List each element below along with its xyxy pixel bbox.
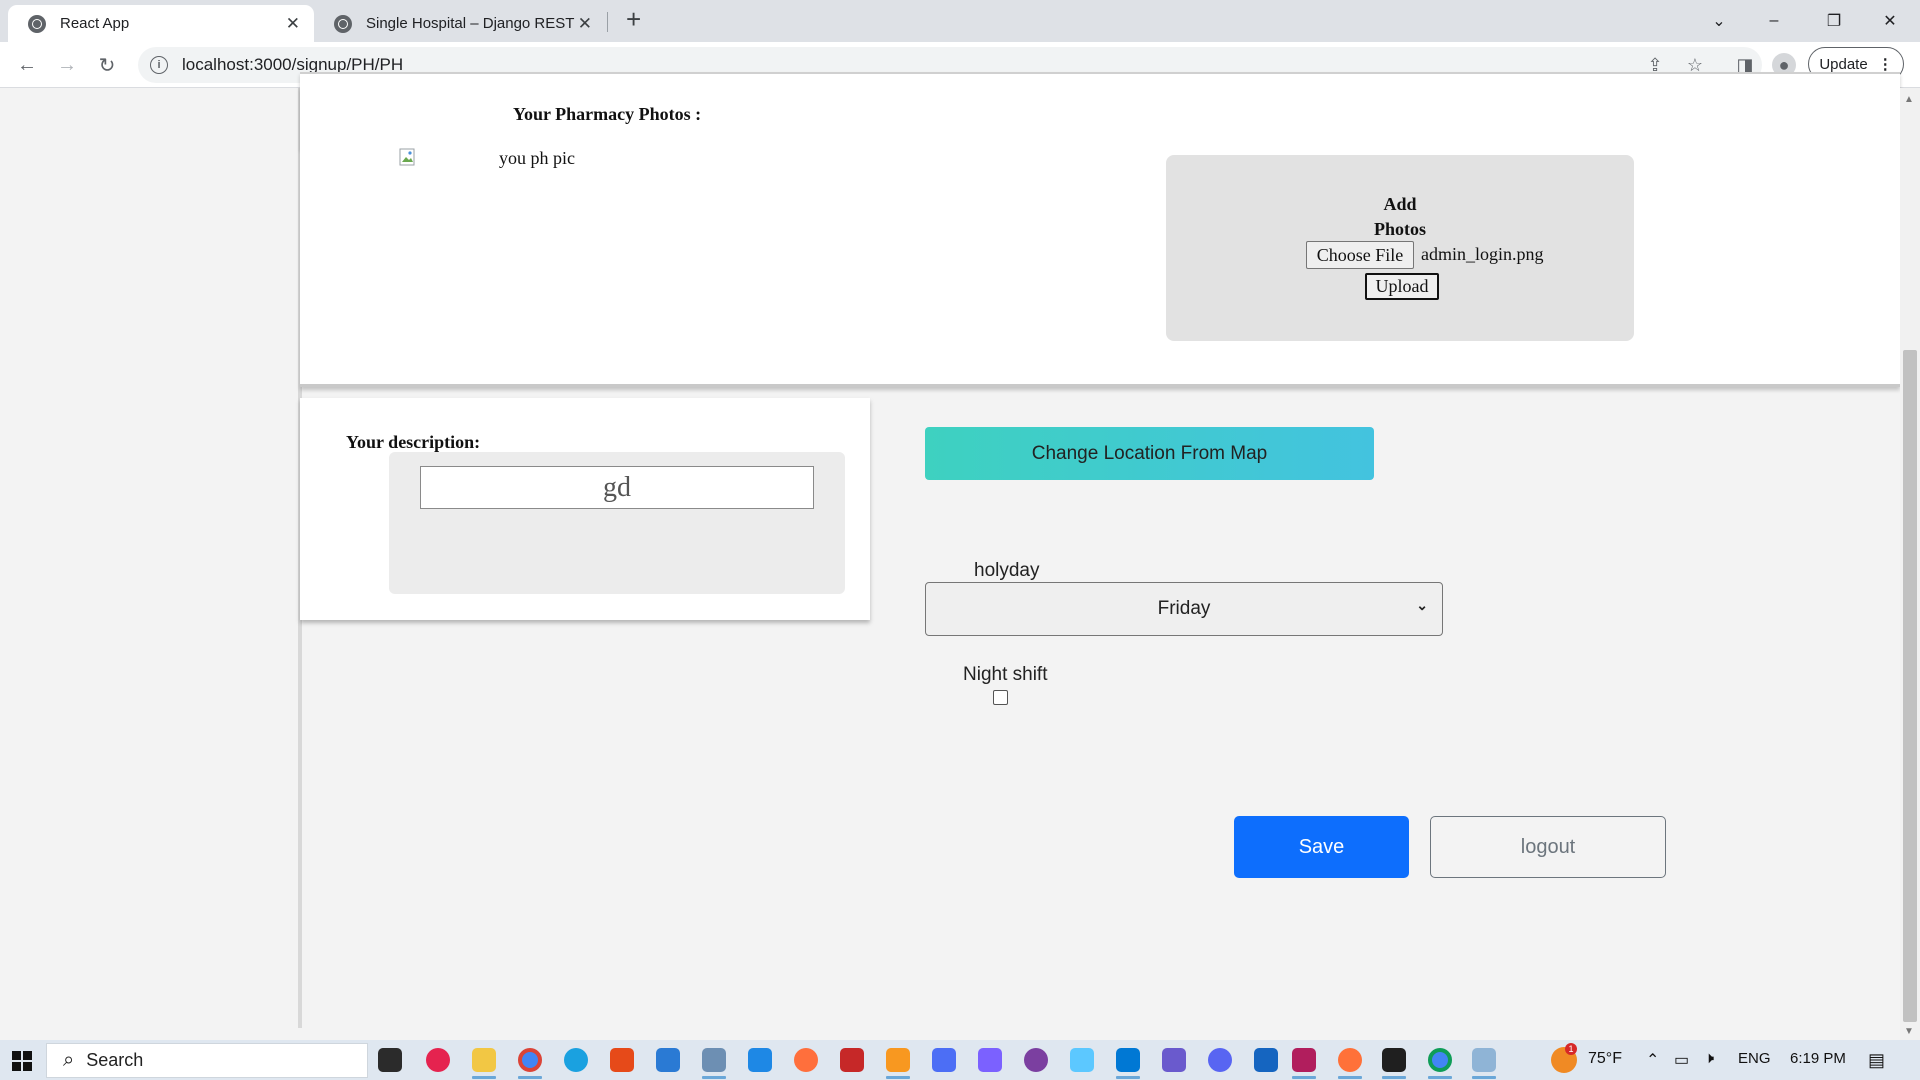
app-icon[interactable] (748, 1048, 772, 1072)
running-indicator (1382, 1076, 1406, 1079)
app-icon[interactable] (1472, 1048, 1496, 1072)
app-icon[interactable] (702, 1048, 726, 1072)
discord-icon[interactable] (1208, 1048, 1232, 1072)
terminal-icon[interactable] (1382, 1048, 1406, 1072)
chosen-file-name: admin_login.png (1421, 244, 1544, 264)
tab-react-app[interactable]: React App ✕ (8, 5, 314, 42)
clock-time[interactable]: 6:19 PM (1790, 1050, 1846, 1067)
running-indicator (1338, 1076, 1362, 1079)
tab-single-hospital[interactable]: Single Hospital – Django REST fr ✕ (314, 5, 606, 42)
battery-icon[interactable]: ▭ (1674, 1050, 1689, 1070)
tab-title: Single Hospital – Django REST fr (366, 15, 578, 32)
chrome-icon[interactable] (518, 1048, 542, 1072)
holiday-select[interactable]: Friday ⌄ (925, 582, 1443, 636)
app-icon[interactable] (1162, 1048, 1186, 1072)
upload-button[interactable]: Upload (1365, 273, 1439, 300)
change-location-button[interactable]: Change Location From Map (925, 427, 1374, 480)
description-input[interactable]: gd (420, 466, 814, 509)
window-close-icon[interactable]: ✕ (1862, 4, 1918, 38)
forward-icon[interactable]: → (52, 50, 82, 80)
sublime-icon[interactable] (886, 1048, 910, 1072)
running-indicator (1292, 1076, 1316, 1079)
update-label: Update (1819, 55, 1868, 73)
tray-chevron-up-icon[interactable]: ⌃ (1646, 1050, 1659, 1070)
globe-icon (28, 14, 46, 33)
chrome-icon[interactable] (1428, 1048, 1452, 1072)
reload-icon[interactable]: ↻ (92, 50, 122, 80)
photos-title: Your Pharmacy Photos : (513, 104, 702, 124)
taskbar-search-placeholder: Search (86, 1050, 144, 1070)
close-tab-icon[interactable]: ✕ (578, 14, 592, 34)
app-icon[interactable] (1070, 1048, 1094, 1072)
browser-tab-bar: React App ✕ Single Hospital – Django RES… (0, 0, 1920, 42)
holiday-selected-value: Friday (1157, 598, 1211, 619)
mail-icon[interactable] (656, 1048, 680, 1072)
minimize-icon[interactable]: – (1746, 4, 1802, 38)
vscode-icon[interactable] (1116, 1048, 1140, 1072)
language-indicator[interactable]: ENG (1738, 1050, 1771, 1067)
firefox-icon[interactable] (1338, 1048, 1362, 1072)
tab-search-chevron-icon[interactable]: ⌄ (1691, 4, 1747, 38)
new-tab-button[interactable]: + (626, 4, 641, 35)
tab-divider (607, 12, 608, 32)
running-indicator (1472, 1076, 1496, 1079)
site-info-icon[interactable]: i (150, 56, 168, 74)
edge-icon[interactable] (564, 1048, 588, 1072)
menu-dots-icon: ⋮ (1877, 56, 1893, 73)
windows-start-icon[interactable] (12, 1051, 32, 1071)
weather-badge: 1 (1565, 1043, 1577, 1055)
task-view-icon[interactable] (378, 1048, 402, 1072)
running-indicator (702, 1076, 726, 1079)
holiday-label: holyday (974, 560, 1040, 581)
app-icon[interactable] (1292, 1048, 1316, 1072)
choose-file-button[interactable]: Choose File (1306, 241, 1414, 269)
broken-image-icon (399, 148, 415, 166)
app-icon[interactable] (426, 1048, 450, 1072)
app-icon[interactable] (840, 1048, 864, 1072)
night-shift-label: Night shift (963, 664, 1048, 685)
restore-icon[interactable]: ❐ (1806, 4, 1862, 38)
description-label: Your description: (346, 432, 481, 452)
running-indicator (472, 1076, 496, 1079)
save-button[interactable]: Save (1234, 816, 1409, 878)
running-indicator (1428, 1076, 1452, 1079)
file-explorer-icon[interactable] (472, 1048, 496, 1072)
add-photos-label-line1: Add (1383, 194, 1417, 214)
postman-icon[interactable] (794, 1048, 818, 1072)
add-photos-label: Add Photos (1166, 192, 1634, 242)
running-indicator (518, 1076, 542, 1079)
scrollbar-thumb[interactable] (1903, 350, 1917, 1022)
app-icon[interactable] (932, 1048, 956, 1072)
app-icon[interactable] (978, 1048, 1002, 1072)
app-icon[interactable] (1254, 1048, 1278, 1072)
pharmacy-photo-alt: you ph pic (499, 148, 575, 168)
scroll-down-arrow-icon[interactable]: ▼ (1904, 1026, 1914, 1037)
tab-title: React App (60, 15, 130, 32)
globe-icon (334, 14, 352, 33)
night-shift-checkbox[interactable] (993, 690, 1008, 705)
temperature-text[interactable]: 75°F (1588, 1050, 1622, 1068)
running-indicator (886, 1076, 910, 1079)
add-photos-label-line2: Photos (1373, 219, 1426, 239)
close-tab-icon[interactable]: ✕ (286, 14, 300, 34)
running-indicator (1116, 1076, 1140, 1079)
taskbar-search-box[interactable]: ⌕ Search (46, 1043, 368, 1078)
chevron-down-icon: ⌄ (1416, 597, 1428, 613)
volume-muted-icon[interactable]: 🕨 (1704, 1050, 1714, 1068)
notifications-icon[interactable]: ▤ (1868, 1050, 1885, 1071)
office-icon[interactable] (610, 1048, 634, 1072)
app-icon[interactable] (1024, 1048, 1048, 1072)
back-icon[interactable]: ← (12, 50, 42, 80)
search-icon: ⌕ (63, 1049, 75, 1071)
scroll-up-arrow-icon[interactable]: ▲ (1904, 94, 1914, 105)
logout-button[interactable]: logout (1430, 816, 1666, 878)
